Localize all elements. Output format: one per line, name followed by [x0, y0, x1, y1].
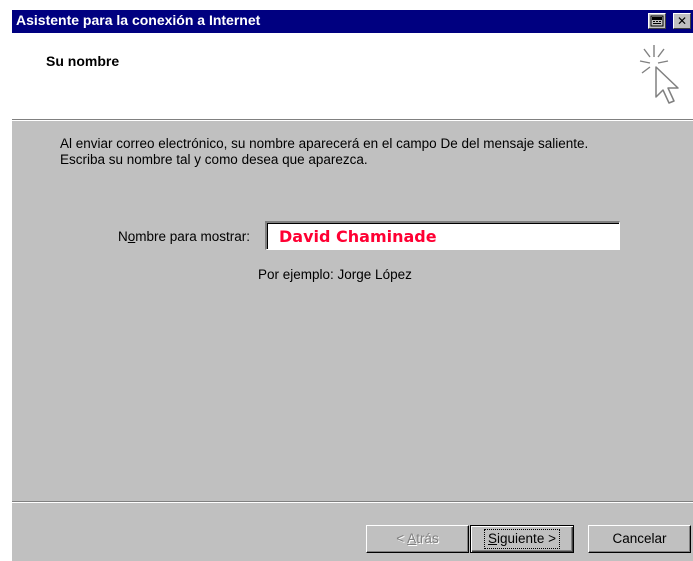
footer-separator: [12, 501, 693, 503]
keyboard-icon[interactable]: [648, 13, 666, 29]
display-name-input[interactable]: David Chaminade: [265, 221, 620, 250]
header-panel: Su nombre: [12, 33, 693, 119]
back-button-accesskey: A: [407, 531, 417, 546]
example-text: Por ejemplo: Jorge López: [258, 267, 412, 282]
display-name-label: Nombre para mostrar:: [118, 229, 250, 244]
back-button-pre: <: [396, 531, 408, 546]
wizard-window: Asistente para la conexión a Internet ✕ …: [12, 10, 693, 561]
next-button-focus: Siguiente >: [484, 529, 560, 549]
title-bar[interactable]: Asistente para la conexión a Internet ✕: [12, 10, 693, 33]
display-name-value: David Chaminade: [279, 227, 437, 246]
wizard-cursor-sparkle-icon: [639, 45, 679, 104]
header-separator: [12, 119, 693, 121]
back-button-post: trás: [416, 531, 439, 546]
window-title: Asistente para la conexión a Internet: [16, 12, 261, 28]
next-button-post: iguiente >: [497, 531, 556, 546]
next-button[interactable]: Siguiente >: [470, 525, 574, 553]
cancel-button[interactable]: Cancelar: [588, 525, 691, 553]
next-button-accesskey: S: [488, 531, 498, 546]
display-name-label-pre: N: [118, 229, 128, 244]
back-button[interactable]: < Atrás: [366, 525, 469, 553]
close-icon[interactable]: ✕: [673, 13, 691, 29]
display-name-label-post: mbre para mostrar:: [135, 229, 251, 244]
page-title: Su nombre: [46, 53, 120, 69]
desktop-strip: [0, 0, 693, 10]
description-text: Al enviar correo electrónico, su nombre …: [60, 136, 589, 167]
